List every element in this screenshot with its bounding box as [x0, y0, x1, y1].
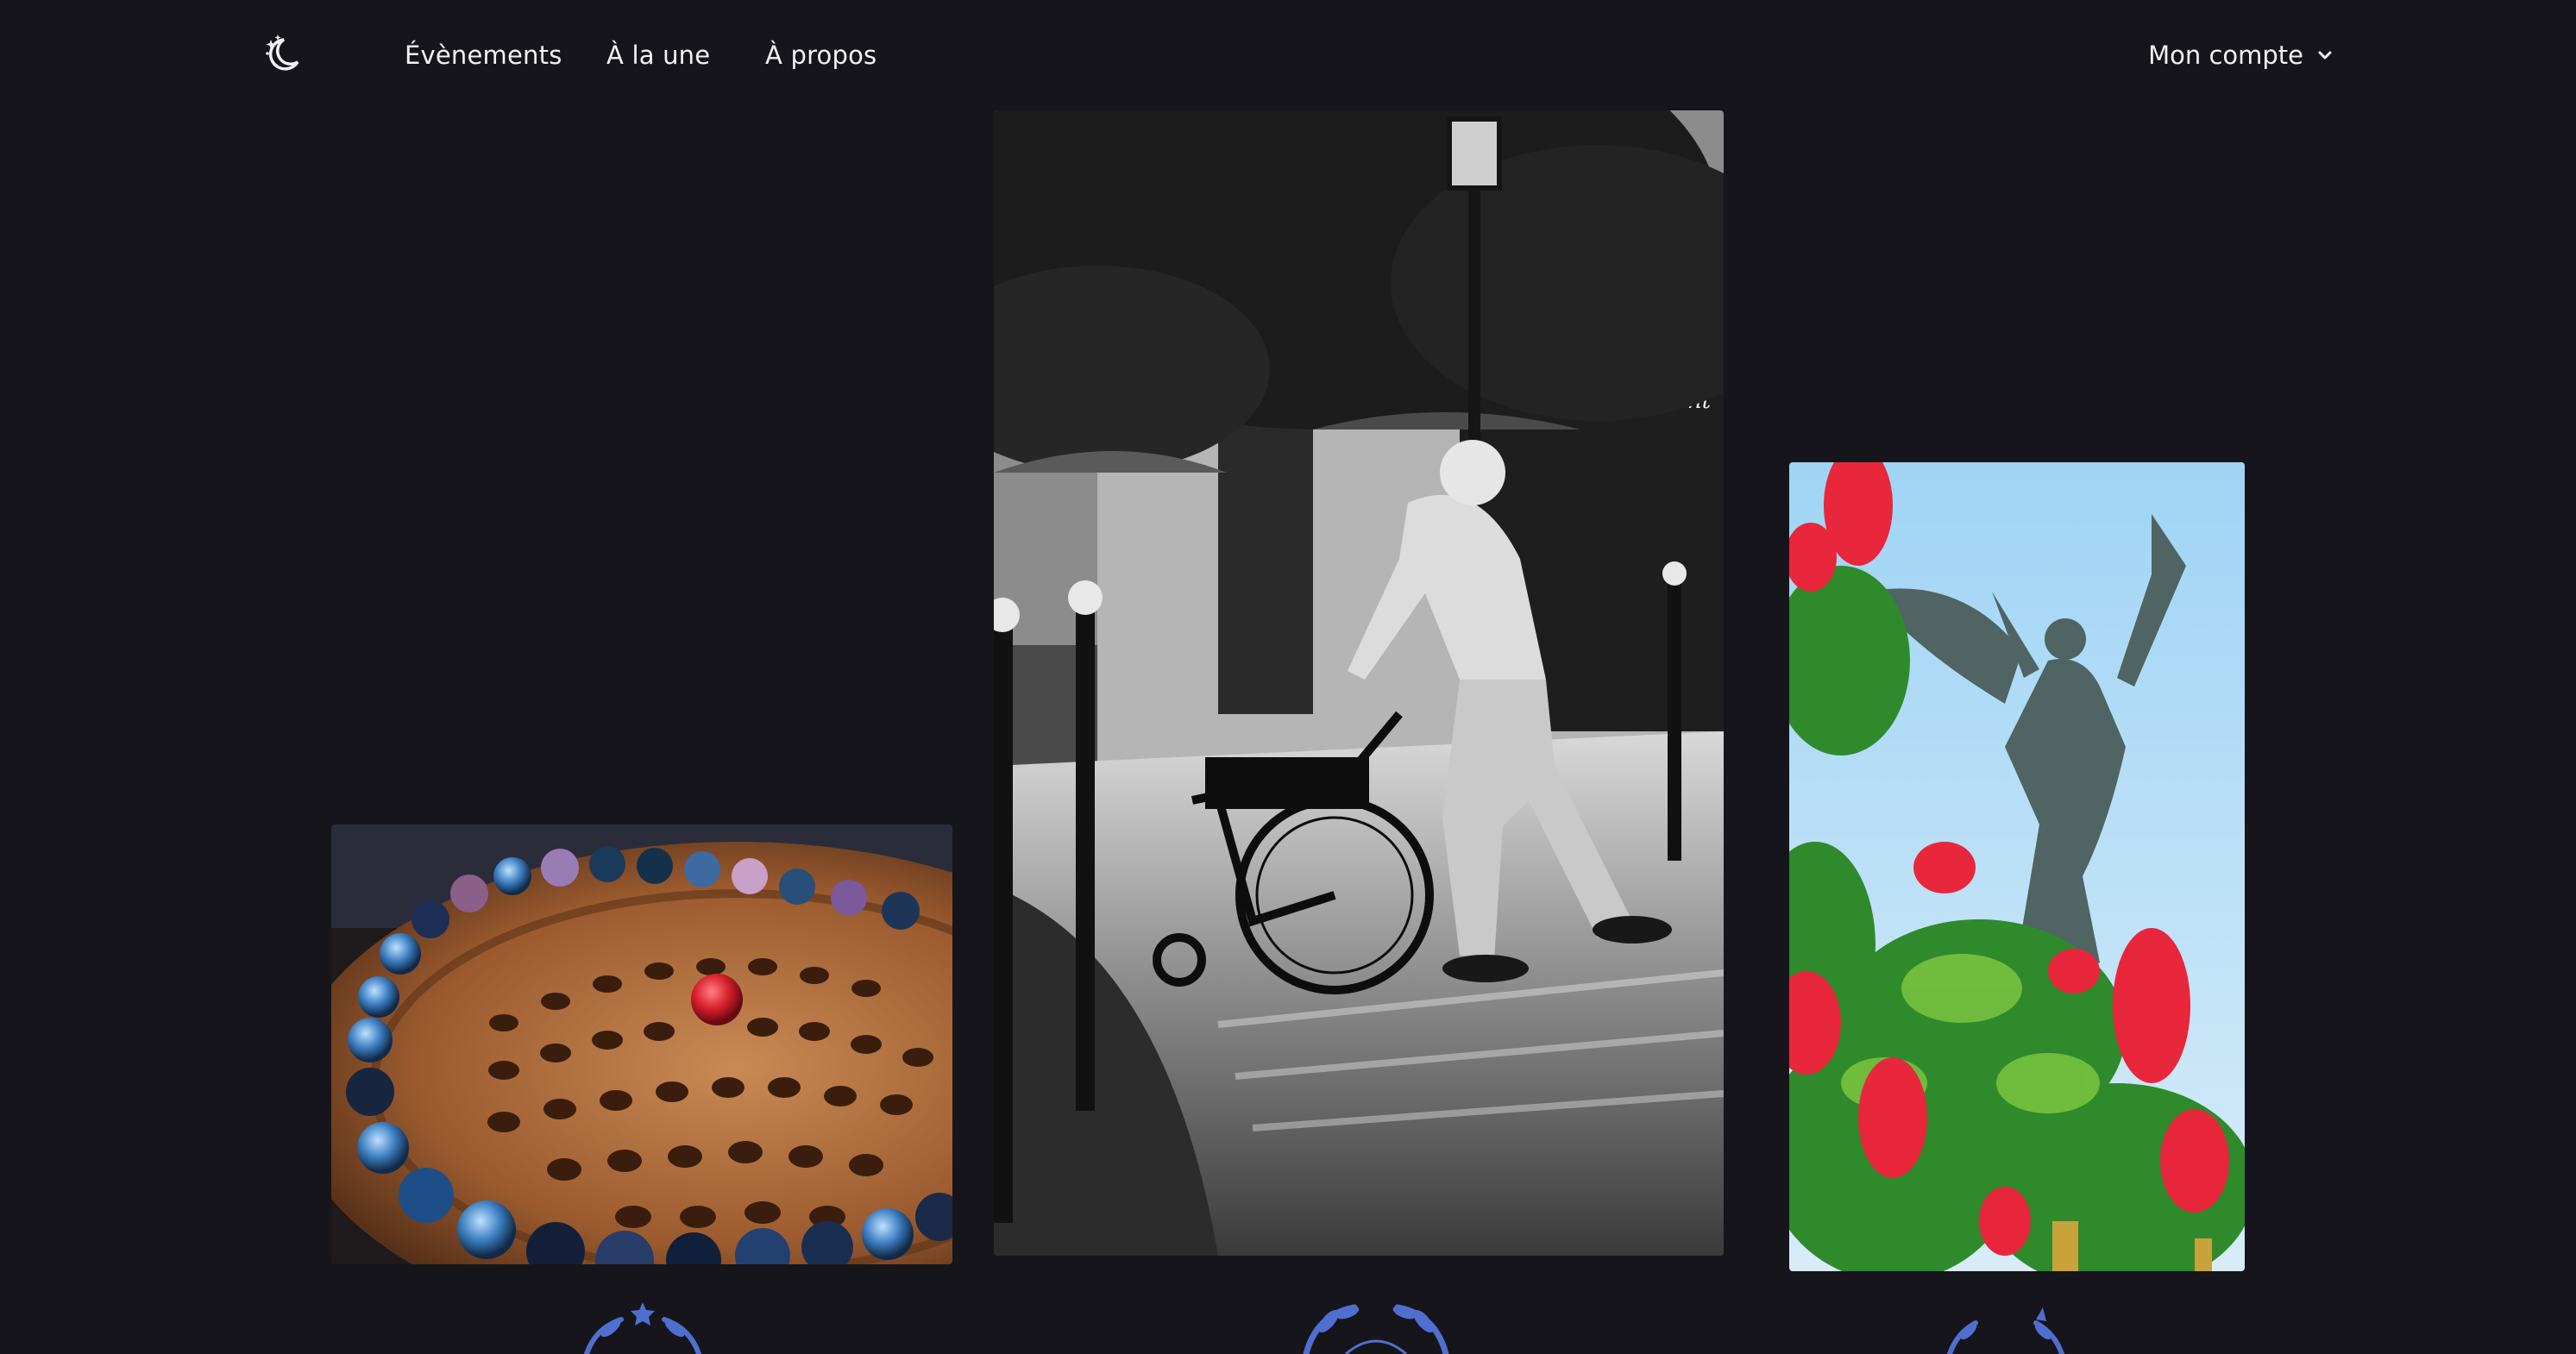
gallery-photo-street[interactable]: staurant [994, 110, 1724, 1256]
laurel-emblem-icon [1294, 1302, 1458, 1354]
top-navbar: Évènements À la une À propos Mon compte [0, 0, 2576, 110]
gallery-photo-marbles[interactable] [331, 824, 952, 1264]
nav-link-headline[interactable]: À la une [606, 36, 710, 74]
laurel-emblem-icon [1932, 1302, 2079, 1354]
account-menu-label: Mon compte [2148, 41, 2303, 70]
chevron-down-icon [2318, 51, 2332, 60]
nav-link-events[interactable]: Évènements [405, 36, 562, 74]
laurel-emblem-icon [569, 1302, 716, 1354]
moon-stars-icon[interactable] [263, 33, 303, 74]
account-menu-button[interactable]: Mon compte [2148, 36, 2334, 74]
nav-link-about[interactable]: À propos [765, 36, 876, 74]
page: Évènements À la une À propos Mon compte [0, 0, 2576, 1354]
gallery-photo-statue[interactable] [1789, 462, 2245, 1271]
